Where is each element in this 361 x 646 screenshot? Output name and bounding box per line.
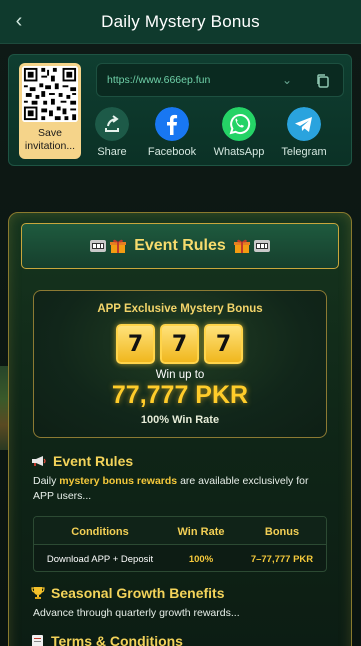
seasonal-text: Advance through quarterly growth rewards… [33, 607, 240, 619]
event-rules-text-prefix: Daily [33, 475, 60, 487]
facebook-share-button[interactable]: Facebook [142, 107, 202, 158]
terms-heading-text: Terms & Conditions [51, 633, 183, 646]
win-up-to-label: Win up to [155, 369, 205, 381]
qr-save-label: Save invitation... [24, 127, 76, 152]
slot-reel: 7 [160, 324, 199, 364]
table-header-cell: Conditions [71, 526, 129, 538]
bonus-title: APP Exclusive Mystery Bonus [97, 303, 263, 315]
table-header-cell: Win Rate [177, 526, 225, 538]
invite-url-text: https://www.666ep.fun [107, 74, 211, 86]
document-icon [32, 635, 43, 646]
mystery-bonus-box: APP Exclusive Mystery Bonus 7 7 7 Win up… [33, 290, 327, 438]
qr-code-icon [22, 66, 78, 122]
event-rules-heading: Event Rules [31, 453, 133, 469]
conditions-table: Conditions Win Rate Bonus Download APP +… [33, 516, 327, 572]
share-button[interactable]: Share [82, 107, 142, 158]
chevron-left-icon[interactable]: ‹ [6, 8, 32, 34]
event-rules-text: Daily mystery bonus rewards are availabl… [33, 474, 323, 504]
slot-reel: 7 [204, 324, 243, 364]
seasonal-heading-text: Seasonal Growth Benefits [51, 585, 225, 601]
header-bar: ‹ Daily Mystery Bonus [0, 0, 361, 44]
event-rules-title: Event Rules [134, 237, 226, 254]
share-panel: Save invitation... https://www.666ep.fun… [8, 54, 352, 166]
telegram-icon [287, 107, 321, 141]
facebook-icon [155, 107, 189, 141]
chevron-down-icon[interactable]: ⌄ [282, 73, 292, 87]
terms-heading: Terms & Conditions [31, 633, 183, 646]
slot-machine-icon [90, 240, 107, 252]
seasonal-heading: Seasonal Growth Benefits [31, 585, 224, 601]
table-cell: 100% [188, 554, 214, 565]
event-card: Event Rules APP Exclusive Mystery Bonus … [8, 212, 352, 646]
copy-icon[interactable] [315, 73, 331, 89]
bonus-amount: 77,777 PKR [111, 381, 249, 409]
facebook-label: Facebook [147, 146, 197, 158]
share-label: Share [97, 146, 127, 158]
qr-save-button[interactable]: Save invitation... [19, 63, 81, 159]
slot-machine-icon [253, 240, 270, 252]
event-rules-banner: Event Rules [21, 223, 339, 269]
slot-reel: 7 [116, 324, 155, 364]
gift-icon [110, 239, 127, 253]
whatsapp-share-button[interactable]: WhatsApp [209, 107, 269, 158]
event-rules-heading-text: Event Rules [53, 453, 134, 469]
whatsapp-icon [222, 107, 256, 141]
telegram-label: Telegram [281, 146, 327, 158]
table-header-cell: Bonus [264, 526, 300, 538]
page: ‹ Daily Mystery Bonus Save invitation...… [0, 0, 361, 646]
trophy-icon [31, 587, 45, 599]
gift-icon [233, 239, 250, 253]
win-rate-label: 100% Win Rate [140, 414, 220, 426]
megaphone-icon [32, 456, 46, 466]
table-cell: 7–77,777 PKR [250, 554, 314, 565]
page-title: Daily Mystery Bonus [101, 11, 260, 31]
telegram-share-button[interactable]: Telegram [274, 107, 334, 158]
event-rules-text-highlight: mystery bonus rewards [59, 475, 178, 487]
table-header: Conditions Win Rate Bonus [34, 517, 326, 545]
invite-url-field[interactable]: https://www.666ep.fun ⌄ [96, 63, 344, 97]
table-cell: Download APP + Deposit [46, 554, 154, 565]
whatsapp-label: WhatsApp [213, 146, 265, 158]
share-icon [95, 107, 129, 141]
